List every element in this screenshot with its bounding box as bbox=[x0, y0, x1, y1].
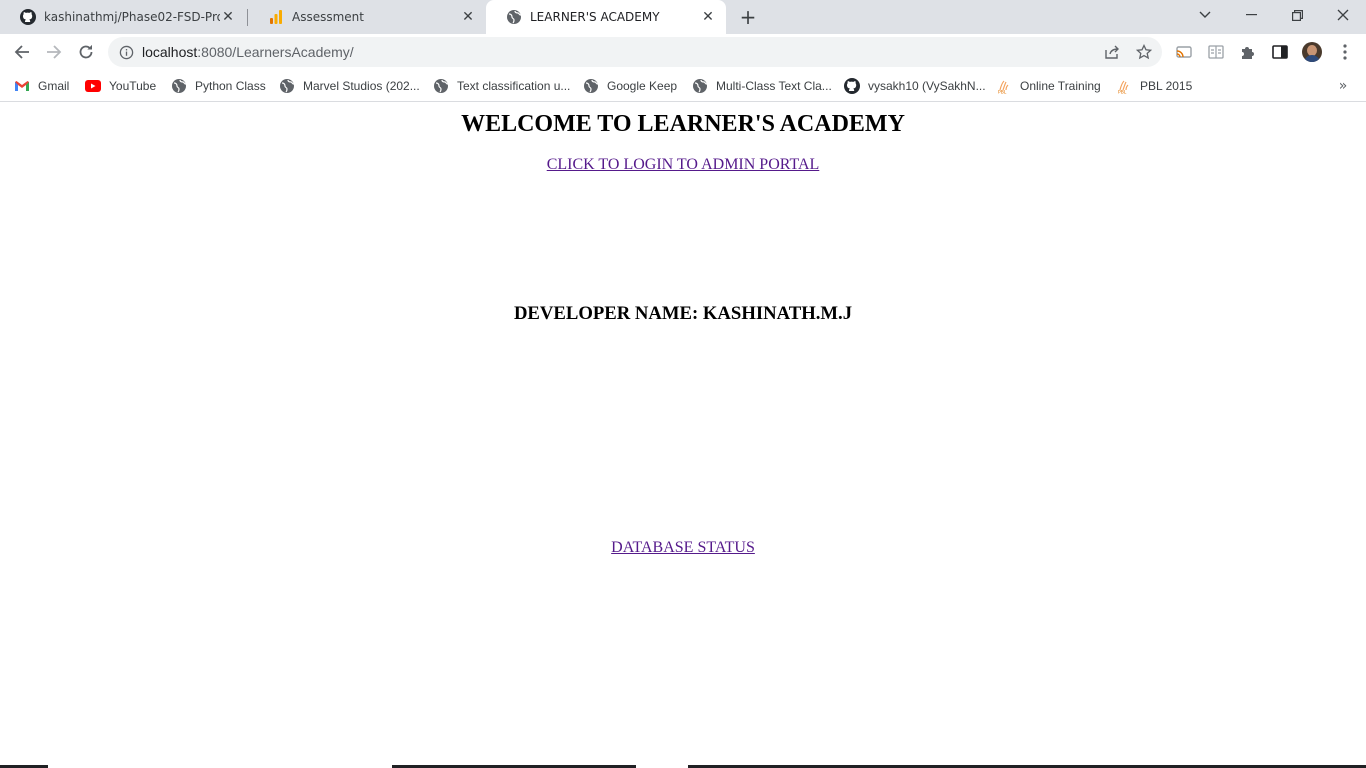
github-icon bbox=[20, 9, 36, 25]
tab-strip: kashinathmj/Phase02-FSD-Projec ✕ Assessm… bbox=[0, 0, 1366, 34]
browser-toolbar: localhost:8080/LearnersAcademy/ bbox=[0, 34, 1366, 70]
pbl-icon: PBL bbox=[1116, 78, 1132, 94]
bookmark-youtube[interactable]: YouTube bbox=[85, 76, 156, 96]
tab-learners-academy[interactable]: LEARNER'S ACADEMY ✕ bbox=[486, 0, 726, 34]
close-tab-icon[interactable]: ✕ bbox=[220, 9, 236, 25]
bookmarks-bar: Gmail YouTube Python Class Marvel Studio… bbox=[0, 70, 1366, 102]
bookmark-python-class[interactable]: Python Class bbox=[171, 76, 266, 96]
bookmark-marvel-studios[interactable]: Marvel Studios (202... bbox=[279, 76, 420, 96]
admin-login-link[interactable]: CLICK TO LOGIN TO ADMIN PORTAL bbox=[547, 156, 820, 173]
url-text: localhost:8080/LearnersAcademy/ bbox=[142, 44, 354, 60]
gmail-icon bbox=[14, 78, 30, 94]
database-link-container: DATABASE STATUS bbox=[0, 539, 1366, 557]
bookmark-label: vysakh10 (VySakhN... bbox=[868, 79, 986, 93]
chevron-down-icon bbox=[1199, 11, 1211, 18]
new-tab-button[interactable]: + bbox=[736, 5, 760, 29]
tab-assessment[interactable]: Assessment ✕ bbox=[248, 0, 486, 34]
developer-name: DEVELOPER NAME: KASHINATH.M.J bbox=[513, 303, 853, 324]
bookmark-multi-class-text[interactable]: Multi-Class Text Cla... bbox=[692, 76, 832, 96]
bookmark-label: Gmail bbox=[38, 79, 70, 93]
profile-avatar[interactable] bbox=[1302, 42, 1322, 62]
globe-icon bbox=[583, 78, 599, 94]
address-bar[interactable]: localhost:8080/LearnersAcademy/ bbox=[108, 37, 1162, 67]
back-button[interactable] bbox=[8, 38, 36, 66]
globe-icon bbox=[279, 78, 295, 94]
bookmark-star-icon[interactable] bbox=[1136, 44, 1152, 60]
bookmark-label: Multi-Class Text Cla... bbox=[716, 79, 832, 93]
side-panel-icon[interactable] bbox=[1271, 43, 1289, 61]
menu-kebab-icon[interactable] bbox=[1336, 43, 1354, 61]
globe-icon bbox=[506, 9, 522, 25]
cast-icon[interactable] bbox=[1175, 43, 1193, 61]
tab-search-button[interactable] bbox=[1182, 0, 1228, 30]
bookmark-label: PBL 2015 bbox=[1140, 79, 1193, 93]
forward-arrow-icon bbox=[47, 45, 62, 59]
bookmark-gmail[interactable]: Gmail bbox=[14, 76, 69, 96]
forward-button[interactable] bbox=[40, 38, 68, 66]
bookmark-label: Python Class bbox=[195, 79, 266, 93]
pbl-icon: PBL bbox=[996, 78, 1012, 94]
bookmark-label: Google Keep bbox=[607, 79, 678, 93]
minimize-button[interactable] bbox=[1228, 0, 1274, 30]
svg-text:PBL: PBL bbox=[998, 90, 1007, 95]
globe-icon bbox=[171, 78, 187, 94]
bookmark-vysakh10[interactable]: vysakh10 (VySakhN... bbox=[844, 76, 986, 96]
github-icon bbox=[844, 78, 860, 94]
database-status-link[interactable]: DATABASE STATUS bbox=[611, 539, 755, 556]
reload-icon bbox=[79, 45, 93, 59]
close-window-button[interactable] bbox=[1320, 0, 1366, 30]
bookmark-online-training[interactable]: PBL Online Training bbox=[996, 76, 1101, 96]
tab-title: kashinathmj/Phase02-FSD-Projec bbox=[44, 10, 220, 24]
globe-icon bbox=[692, 78, 708, 94]
tab-title: LEARNER'S ACADEMY bbox=[530, 10, 660, 24]
minimize-icon bbox=[1245, 14, 1257, 16]
restore-button[interactable] bbox=[1274, 0, 1320, 30]
page-title: WELCOME TO LEARNER'S ACADEMY bbox=[461, 111, 905, 137]
bookmark-google-keep[interactable]: Google Keep bbox=[583, 76, 677, 96]
bookmark-label: Marvel Studios (202... bbox=[303, 79, 420, 93]
bookmark-label: Online Training bbox=[1020, 79, 1101, 93]
bookmark-text-classification[interactable]: Text classification u... bbox=[433, 76, 570, 96]
tab-title: Assessment bbox=[292, 10, 364, 24]
close-tab-icon[interactable]: ✕ bbox=[460, 9, 476, 25]
analytics-icon bbox=[268, 9, 284, 25]
close-icon bbox=[1337, 9, 1349, 21]
globe-icon bbox=[433, 78, 449, 94]
url-host: localhost bbox=[142, 44, 198, 60]
tab-github[interactable]: kashinathmj/Phase02-FSD-Projec ✕ bbox=[0, 0, 246, 34]
svg-text:PBL: PBL bbox=[1118, 90, 1127, 95]
reload-button[interactable] bbox=[72, 38, 100, 66]
url-path: :8080/LearnersAcademy/ bbox=[197, 44, 354, 60]
back-arrow-icon bbox=[14, 45, 29, 59]
close-tab-icon[interactable]: ✕ bbox=[700, 9, 716, 25]
restore-icon bbox=[1291, 9, 1303, 21]
site-info-icon[interactable] bbox=[118, 44, 134, 60]
more-bookmarks-chevron-icon[interactable]: » bbox=[1334, 76, 1352, 96]
bookmark-label: YouTube bbox=[109, 79, 157, 93]
extensions-puzzle-icon[interactable] bbox=[1239, 43, 1257, 61]
page-content: WELCOME TO LEARNER'S ACADEMY CLICK TO LO… bbox=[0, 103, 1366, 765]
share-icon[interactable] bbox=[1104, 44, 1120, 60]
bookmark-pbl-2015[interactable]: PBL PBL 2015 bbox=[1116, 76, 1192, 96]
youtube-icon bbox=[85, 78, 101, 94]
reading-list-icon[interactable] bbox=[1207, 43, 1225, 61]
login-link-container: CLICK TO LOGIN TO ADMIN PORTAL bbox=[0, 156, 1366, 174]
bookmark-label: Text classification u... bbox=[457, 79, 571, 93]
